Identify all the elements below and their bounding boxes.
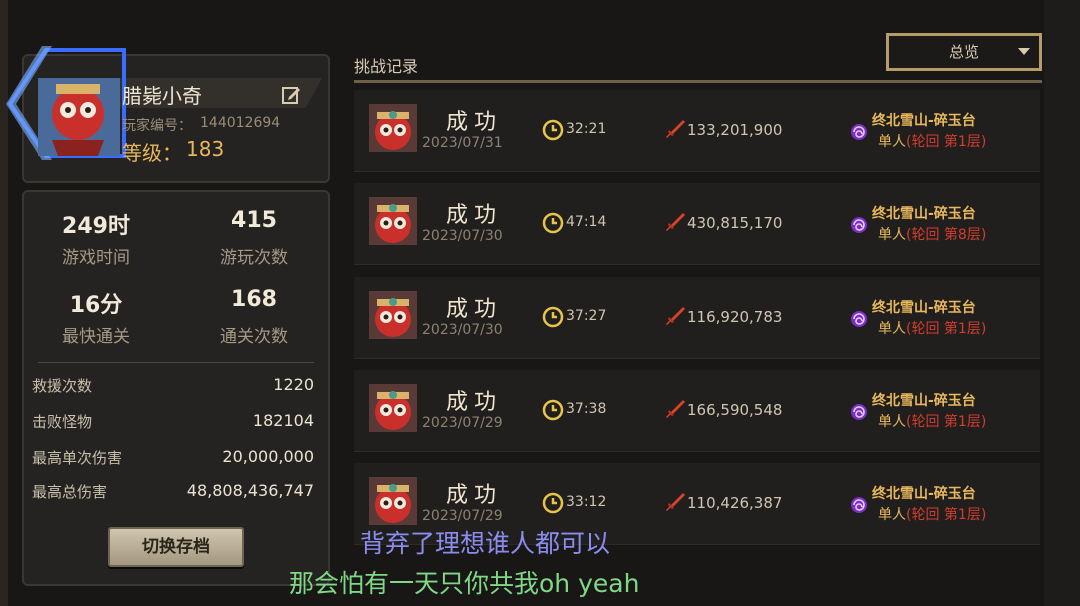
record-row[interactable]: 成功 2023/07/31 32:21 133,201,900 终北雪山-碎玉台单人(轮… [354, 90, 1040, 172]
player-avatar[interactable] [6, 44, 126, 164]
record-time: 37:38 [566, 401, 607, 417]
record-damage: 133,201,900 [687, 121, 783, 139]
sword-icon [664, 491, 686, 513]
record-mode: 单人(轮回 第1层) [878, 411, 986, 431]
play-count-label: 游玩次数 [220, 248, 288, 268]
clock-icon [542, 306, 564, 328]
edit-name-icon[interactable] [280, 84, 302, 106]
play-time-value: 249时 [62, 214, 130, 239]
record-map: 终北雪山-碎玉台 [872, 113, 976, 129]
record-map: 终北雪山-碎玉台 [872, 206, 976, 222]
record-avatar [369, 477, 417, 525]
level-value: 183 [186, 137, 225, 161]
portal-spiral-icon [850, 403, 868, 421]
record-result: 成功 [445, 483, 502, 508]
fastest-clear-label: 最快通关 [62, 327, 130, 347]
portal-spiral-icon [850, 310, 868, 328]
max-single-damage-value: 20,000,000 [222, 447, 314, 466]
record-result: 成功 [445, 203, 502, 228]
records-title-rule [354, 80, 1042, 83]
record-mode-detail: (轮回 第1层) [906, 507, 987, 523]
sword-icon [664, 305, 686, 327]
record-mode-detail: (轮回 第1层) [906, 134, 987, 150]
record-row[interactable]: 成功 2023/07/29 37:38 166,590,548 终北雪山-碎玉台单人(轮… [354, 370, 1040, 452]
record-mode-detail: (轮回 第8层) [906, 227, 987, 243]
background-right-strip [1044, 0, 1080, 606]
record-date: 2023/07/30 [422, 228, 503, 244]
player-id-label: 玩家编号： [122, 118, 192, 134]
record-mode-type: 单人 [878, 507, 906, 523]
record-result: 成功 [445, 390, 502, 415]
record-mode-type: 单人 [878, 321, 906, 337]
record-row[interactable]: 成功 2023/07/30 37:27 116,920,783 终北雪山-碎玉台单人(轮… [354, 277, 1040, 359]
records-title: 挑战记录 [354, 57, 419, 76]
sword-icon [664, 118, 686, 140]
clock-icon [542, 492, 564, 514]
record-mode-type: 单人 [878, 414, 906, 430]
player-name: 腊毙小奇 [122, 84, 202, 108]
record-mode-detail: (轮回 第1层) [906, 414, 987, 430]
record-map: 终北雪山-碎玉台 [872, 393, 976, 409]
record-time: 32:21 [566, 121, 607, 137]
record-mode: 单人(轮回 第8层) [878, 224, 986, 244]
record-date: 2023/07/29 [422, 415, 503, 431]
record-time: 33:12 [566, 494, 607, 510]
record-damage: 110,426,387 [687, 494, 783, 512]
avatar-frame-icon [6, 46, 126, 160]
record-row[interactable]: 成功 2023/07/30 47:14 430,815,170 终北雪山-碎玉台单人(轮… [354, 183, 1040, 265]
record-date: 2023/07/29 [422, 508, 503, 524]
record-result: 成功 [445, 297, 502, 322]
player-id: 144012694 [200, 115, 281, 131]
record-time: 47:14 [566, 214, 607, 230]
level-label: 等级： [122, 141, 182, 165]
record-avatar [369, 384, 417, 432]
rescue-count-value: 1220 [273, 375, 314, 394]
sword-icon [664, 398, 686, 420]
monsters-defeated-value: 182104 [252, 411, 314, 430]
portal-spiral-icon [850, 123, 868, 141]
max-total-damage-label: 最高总伤害 [32, 483, 108, 501]
clear-count-label: 通关次数 [220, 327, 288, 347]
fastest-clear-value: 16分 [69, 293, 123, 318]
record-date: 2023/07/30 [422, 322, 503, 338]
record-mode-type: 单人 [878, 227, 906, 243]
stats-divider [38, 362, 314, 363]
record-date: 2023/07/31 [422, 135, 503, 151]
sword-icon [664, 211, 686, 233]
record-map: 终北雪山-碎玉台 [872, 300, 976, 316]
record-damage: 116,920,783 [687, 308, 783, 326]
record-mode-detail: (轮回 第1层) [906, 321, 987, 337]
record-mode-type: 单人 [878, 134, 906, 150]
portal-spiral-icon [850, 496, 868, 514]
record-damage: 430,815,170 [687, 214, 783, 232]
record-map: 终北雪山-碎玉台 [872, 486, 976, 502]
play-count-value: 415 [231, 208, 277, 233]
record-avatar [369, 104, 417, 152]
play-time-label: 游戏时间 [62, 248, 130, 268]
clock-icon [542, 119, 564, 141]
portal-spiral-icon [850, 216, 868, 234]
monsters-defeated-label: 击败怪物 [32, 413, 93, 431]
record-mode: 单人(轮回 第1层) [878, 318, 986, 338]
record-mode: 单人(轮回 第1层) [878, 504, 986, 524]
rescue-count-label: 救援次数 [32, 377, 93, 395]
record-result: 成功 [445, 110, 502, 135]
clock-icon [542, 399, 564, 421]
record-avatar [369, 197, 417, 245]
subtitle-line-2: 那会怕有一天只你共我oh yeah [289, 569, 640, 598]
record-damage: 166,590,548 [687, 401, 783, 419]
subtitle-line-1: 背弃了理想谁人都可以 [359, 529, 610, 558]
clear-count-value: 168 [231, 287, 277, 312]
clock-icon [542, 212, 564, 234]
record-mode: 单人(轮回 第1层) [878, 131, 986, 151]
record-avatar [369, 291, 417, 339]
chevron-down-icon[interactable] [1018, 48, 1030, 55]
record-time: 37:27 [566, 308, 607, 324]
max-single-damage-label: 最高单次伤害 [32, 449, 123, 467]
max-total-damage-value: 48,808,436,747 [186, 481, 314, 500]
